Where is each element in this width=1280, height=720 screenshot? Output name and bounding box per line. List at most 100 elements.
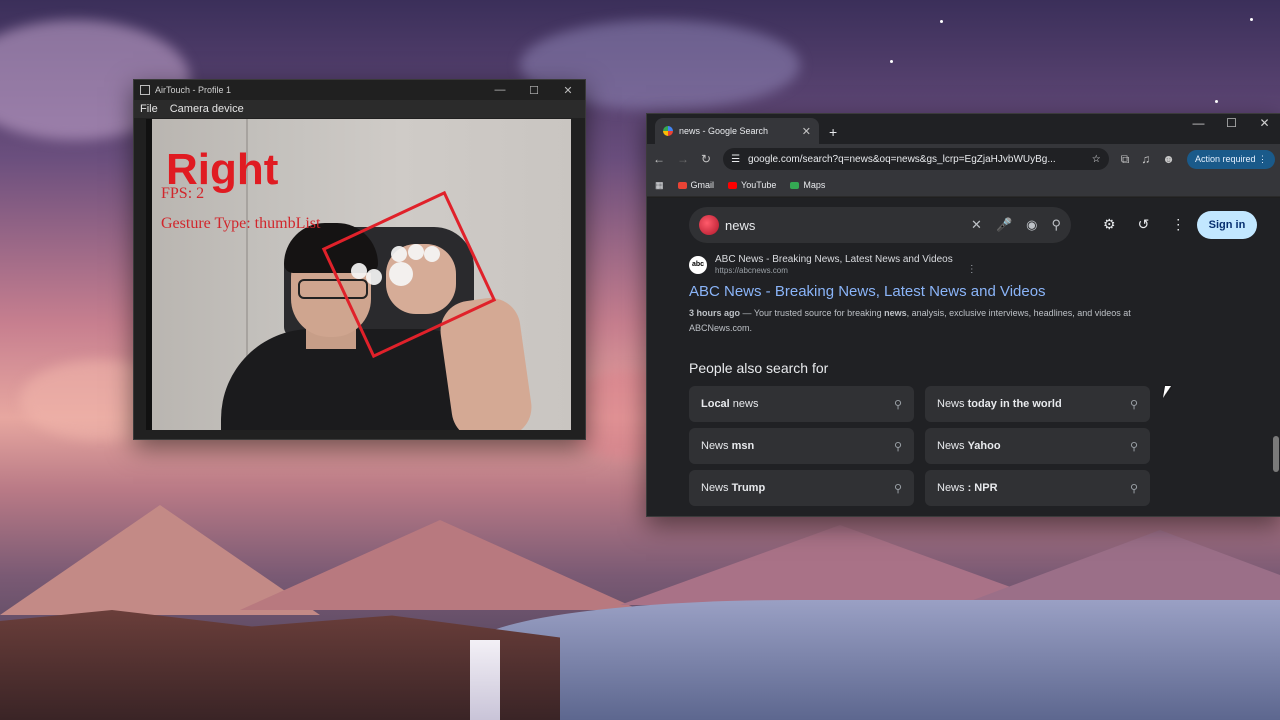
bookmark-star-icon[interactable]: ☆ bbox=[1092, 154, 1101, 165]
maximize-icon[interactable]: ☐ bbox=[1215, 116, 1248, 130]
clear-icon[interactable]: ✕ bbox=[971, 217, 982, 233]
tab-google-search[interactable]: news - Google Search ✕ bbox=[655, 118, 819, 144]
menu-file[interactable]: File bbox=[134, 103, 164, 115]
chip-bold: Trump bbox=[731, 482, 766, 494]
landmark-dot bbox=[351, 263, 367, 279]
chip-bold: Yahoo bbox=[967, 440, 1001, 452]
search-icon: ⚲ bbox=[1129, 440, 1138, 453]
lens-icon[interactable]: ◉ bbox=[1026, 217, 1037, 233]
bookmark-label: YouTube bbox=[741, 180, 777, 190]
microphone-icon[interactable]: 🎤 bbox=[996, 217, 1012, 233]
new-tab-button[interactable]: + bbox=[829, 124, 837, 140]
landmark-dot bbox=[391, 246, 407, 262]
reload-icon[interactable]: ↻ bbox=[701, 152, 711, 166]
waterfall bbox=[470, 640, 500, 720]
address-bar[interactable]: ☰ google.com/search?q=news&oq=news&gs_lc… bbox=[723, 148, 1109, 170]
gmail-icon bbox=[677, 181, 687, 189]
site-info-icon[interactable]: ☰ bbox=[731, 154, 740, 165]
bookmark-gmail[interactable]: Gmail bbox=[677, 180, 714, 190]
chip-text: News bbox=[937, 398, 968, 410]
mountain bbox=[240, 520, 640, 610]
related-search-chip[interactable]: News Trump ⚲ bbox=[689, 470, 914, 506]
related-search-chip[interactable]: News msn ⚲ bbox=[689, 428, 914, 464]
browser-toolbar: ← → ↻ ☰ google.com/search?q=news&oq=news… bbox=[647, 144, 1280, 174]
app-icon bbox=[140, 85, 150, 95]
chip-label: News msn bbox=[701, 440, 894, 452]
menu-camera-device[interactable]: Camera device bbox=[164, 103, 250, 115]
bookmark-youtube[interactable]: YouTube bbox=[728, 180, 776, 190]
chip-bold: today in the world bbox=[967, 398, 1062, 410]
search-icon: ⚲ bbox=[1129, 482, 1138, 495]
share-icon[interactable]: ↺ bbox=[1138, 216, 1150, 233]
search-icon: ⚲ bbox=[893, 440, 902, 453]
chip-bold: Local bbox=[701, 398, 730, 410]
search-results-page: news ✕ 🎤 ◉ ⚲ ⚙ ↺ ⋮ Sign in abc ABC News … bbox=[647, 198, 1280, 516]
search-input[interactable]: news bbox=[725, 218, 971, 233]
camera-border bbox=[146, 119, 152, 430]
abc-logo-icon: abc bbox=[689, 255, 707, 274]
extensions-icon[interactable]: ⧉ bbox=[1121, 152, 1130, 167]
landmark-dot bbox=[424, 246, 440, 262]
apps-grid-icon[interactable]: ▦ bbox=[655, 180, 664, 191]
airtouch-titlebar[interactable]: AirTouch - Profile 1 — ☐ ✕ bbox=[134, 80, 585, 100]
related-search-chip[interactable]: News today in the world ⚲ bbox=[925, 386, 1150, 422]
related-search-chip[interactable]: News Yahoo ⚲ bbox=[925, 428, 1150, 464]
google-doodle-icon[interactable] bbox=[699, 215, 719, 235]
minimize-icon[interactable]: — bbox=[483, 84, 517, 97]
chip-text: News bbox=[937, 440, 968, 452]
action-required-button[interactable]: Action required ⋮ bbox=[1186, 149, 1275, 169]
lake bbox=[470, 600, 1280, 720]
maps-icon bbox=[790, 181, 800, 189]
settings-gear-icon[interactable]: ⚙ bbox=[1103, 216, 1116, 233]
search-icon: ⚲ bbox=[1129, 398, 1138, 411]
page-scrollbar[interactable] bbox=[1273, 198, 1279, 516]
related-search-chip[interactable]: News : NPR ⚲ bbox=[925, 470, 1150, 506]
star bbox=[1250, 18, 1253, 21]
landmark-dot bbox=[408, 244, 424, 260]
minimize-icon[interactable]: — bbox=[1182, 116, 1215, 130]
airtouch-window[interactable]: AirTouch - Profile 1 — ☐ ✕ File Camera d… bbox=[133, 79, 586, 440]
scroll-thumb[interactable] bbox=[1273, 436, 1279, 472]
airtouch-menubar: File Camera device bbox=[134, 100, 585, 118]
gesture-type-readout: Gesture Type: thumbList bbox=[161, 215, 321, 232]
people-also-search-heading: People also search for bbox=[689, 360, 829, 376]
close-icon[interactable]: ✕ bbox=[1248, 116, 1280, 130]
search-result: abc ABC News - Breaking News, Latest New… bbox=[689, 254, 1149, 336]
chip-text: News bbox=[701, 482, 732, 494]
tab-strip: news - Google Search ✕ + — ☐ ✕ bbox=[647, 114, 1280, 144]
bookmark-maps[interactable]: Maps bbox=[790, 180, 825, 190]
chip-label: News Trump bbox=[701, 482, 894, 494]
google-apps-icon[interactable]: ⋮ bbox=[1171, 216, 1185, 233]
google-favicon-icon bbox=[663, 126, 673, 136]
result-snippet: 3 hours ago — Your trusted source for br… bbox=[689, 306, 1139, 336]
result-url[interactable]: https://abcnews.com bbox=[715, 266, 953, 275]
related-search-chip[interactable]: Local news ⚲ bbox=[689, 386, 914, 422]
bookmarks-bar: ▦ Gmail YouTube Maps bbox=[647, 174, 1280, 197]
landmark-dot bbox=[389, 262, 413, 286]
chip-label: News : NPR bbox=[937, 482, 1130, 494]
search-icon[interactable]: ⚲ bbox=[1051, 217, 1061, 233]
tab-close-icon[interactable]: ✕ bbox=[802, 125, 811, 138]
result-site-name[interactable]: ABC News - Breaking News, Latest News an… bbox=[715, 254, 953, 266]
chip-bold: : NPR bbox=[967, 482, 998, 494]
search-box[interactable]: news ✕ 🎤 ◉ ⚲ bbox=[689, 207, 1071, 243]
maximize-icon[interactable]: ☐ bbox=[517, 84, 551, 97]
forward-icon[interactable]: → bbox=[677, 152, 689, 166]
fps-readout: FPS: 2 bbox=[161, 185, 205, 202]
close-icon[interactable]: ✕ bbox=[551, 84, 585, 97]
sign-in-button[interactable]: Sign in bbox=[1197, 211, 1257, 239]
media-controls-icon[interactable]: ♫ bbox=[1141, 152, 1150, 166]
snippet-bold: news bbox=[884, 308, 907, 318]
mountain bbox=[960, 530, 1280, 605]
chrome-window[interactable]: news - Google Search ✕ + — ☐ ✕ ← → ↻ ☰ g… bbox=[646, 113, 1280, 517]
url-text: google.com/search?q=news&oq=news&gs_lcrp… bbox=[748, 153, 1056, 165]
search-icon: ⚲ bbox=[893, 482, 902, 495]
result-title-link[interactable]: ABC News - Breaking News, Latest News an… bbox=[689, 283, 1149, 300]
more-options-icon[interactable]: ⋮ bbox=[967, 264, 977, 275]
back-icon[interactable]: ← bbox=[653, 152, 665, 166]
tab-title: news - Google Search bbox=[679, 126, 769, 136]
star bbox=[940, 20, 943, 23]
profile-icon[interactable]: ☻ bbox=[1162, 152, 1175, 166]
search-icon: ⚲ bbox=[893, 398, 902, 411]
star bbox=[1215, 100, 1218, 103]
